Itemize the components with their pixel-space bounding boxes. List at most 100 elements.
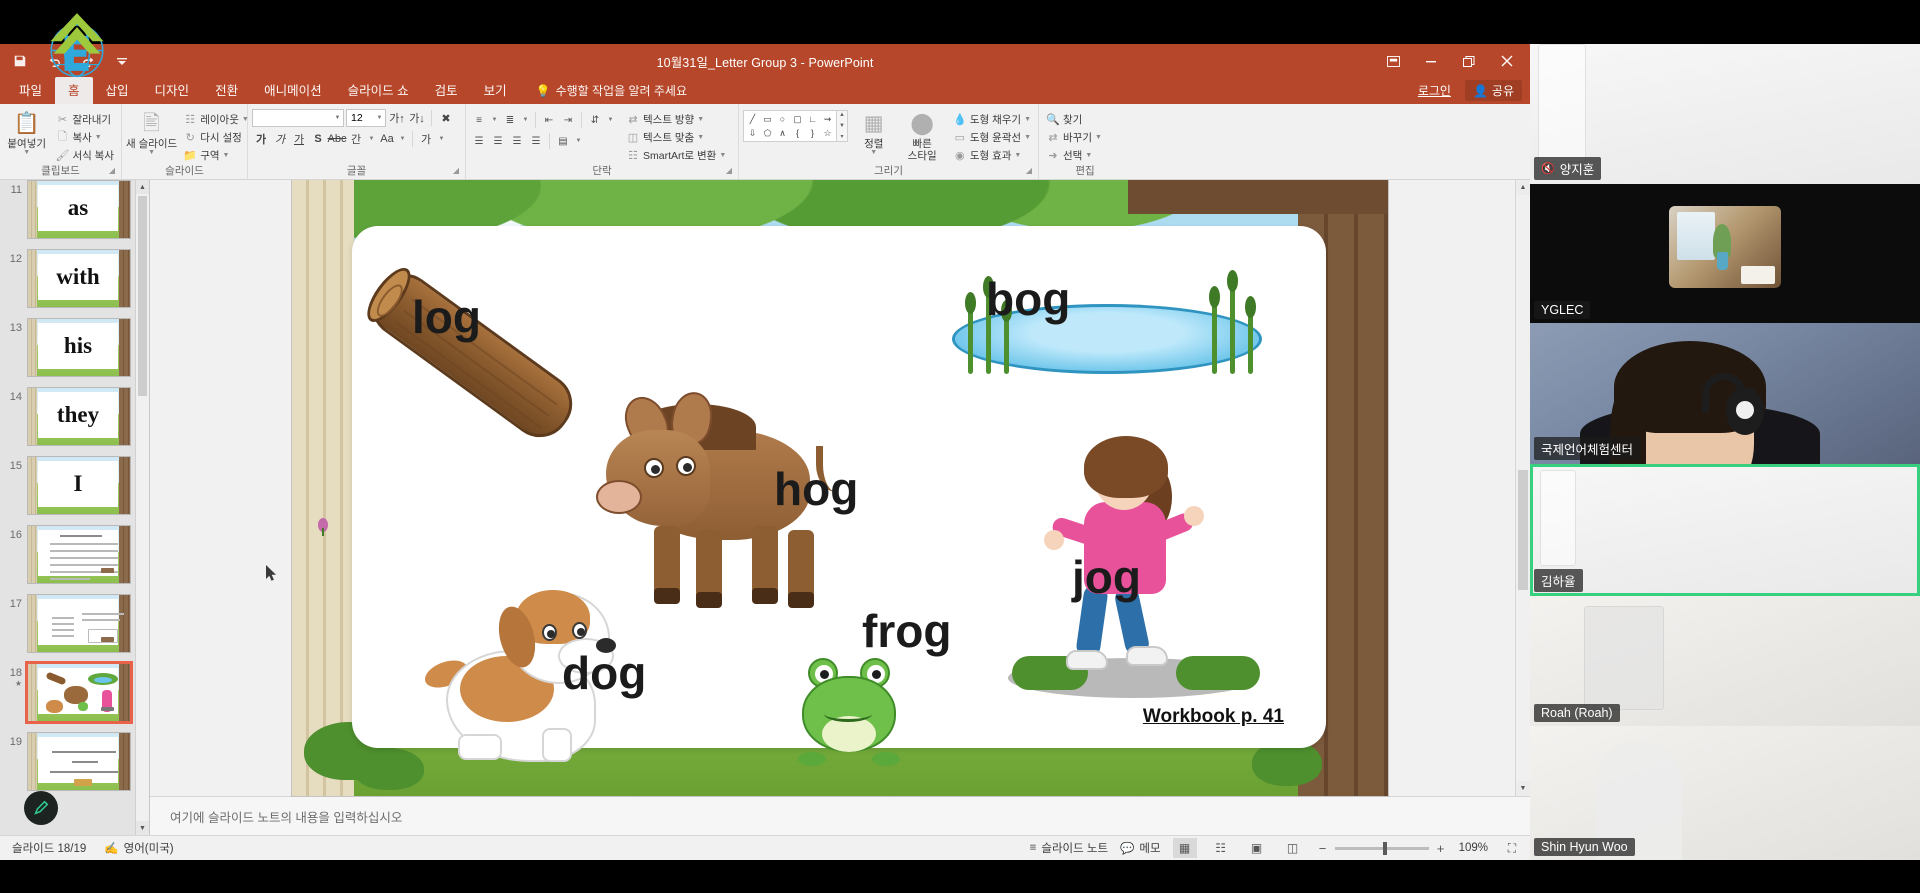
text-shadow-icon[interactable]: S	[309, 130, 327, 148]
shape-elbow-icon[interactable]: ∟	[805, 112, 820, 126]
participant-tile[interactable]: 국제언어체험센터	[1530, 323, 1920, 464]
cut-button[interactable]: ✂ 잘라내기	[52, 111, 117, 128]
convert-to-smartart-button[interactable]: ☷ SmartArt로 변환 ▼	[623, 147, 729, 164]
slide-thumbnail[interactable]	[27, 594, 131, 653]
slide-thumbnail[interactable]: as	[27, 180, 131, 239]
minimize-icon[interactable]	[1412, 46, 1450, 76]
chevron-down-icon[interactable]: ▼	[366, 131, 377, 147]
shape-rect-icon[interactable]: ▭	[760, 112, 775, 126]
slide-word-label[interactable]: frog	[862, 604, 951, 658]
slide-thumbnail[interactable]: I	[27, 456, 131, 515]
chevron-down-icon[interactable]: ▼	[397, 131, 408, 147]
text-direction-button[interactable]: ⇄ 텍스트 방향 ▼	[623, 111, 729, 128]
notes-pane[interactable]: 여기에 슬라이드 노트의 내용을 입력하십시오	[150, 796, 1530, 835]
tab-view[interactable]: 보기	[471, 77, 520, 104]
participant-tile[interactable]: 🔇 양지훈	[1530, 44, 1920, 184]
font-name-input[interactable]: ▼	[252, 109, 344, 127]
zoom-knob[interactable]	[1383, 842, 1387, 855]
normal-view-icon[interactable]: ▦	[1173, 838, 1197, 858]
shape-brace-right-icon[interactable]: }	[805, 126, 820, 140]
scrollbar-thumb[interactable]	[1518, 470, 1528, 590]
chevron-down-icon[interactable]: ▼	[520, 112, 531, 128]
clear-formatting-icon[interactable]: ✖	[437, 109, 455, 127]
shape-pentagon-icon[interactable]: ⬠	[760, 126, 775, 140]
ink-pen-button[interactable]	[24, 791, 58, 825]
slide-thumbnail[interactable]: his	[27, 318, 131, 377]
thumbnail-row[interactable]: 14they	[6, 387, 129, 446]
tab-design[interactable]: 디자인	[142, 77, 203, 104]
shape-line-icon[interactable]: ╱	[745, 112, 760, 126]
slide-sorter-icon[interactable]: ☷	[1209, 838, 1233, 858]
slideshow-icon[interactable]: ◫	[1281, 838, 1305, 858]
save-icon[interactable]	[10, 51, 30, 71]
chevron-up-icon[interactable]: ▲	[837, 112, 847, 118]
strikethrough-icon[interactable]: Abc	[328, 130, 346, 148]
chevron-down-icon[interactable]: ▼	[136, 821, 149, 835]
thumbnail-row[interactable]: 16	[6, 525, 129, 584]
tab-slideshow[interactable]: 슬라이드 쇼	[335, 77, 422, 104]
chevron-down-icon[interactable]: ▼	[837, 123, 847, 129]
change-case-icon[interactable]: Aa	[378, 130, 396, 148]
thumbnail-row[interactable]: 12with	[6, 249, 129, 308]
shape-arrow-down-icon[interactable]: ⇩	[745, 126, 760, 140]
chevron-up-icon[interactable]: ▲	[1516, 180, 1530, 195]
increase-font-size-icon[interactable]: 가↑	[388, 109, 406, 127]
align-center-icon[interactable]: ☰	[489, 132, 507, 150]
scrollbar-thumb[interactable]	[138, 196, 147, 396]
shape-fill-button[interactable]: 💧 도형 채우기 ▼	[950, 111, 1034, 128]
thumbnail-row[interactable]: 15I	[6, 456, 129, 515]
reset-button[interactable]: ↻ 다시 설정	[180, 129, 252, 146]
fit-to-window-icon[interactable]: ⛶	[1500, 838, 1524, 858]
ribbon-display-options-icon[interactable]	[1374, 46, 1412, 76]
reading-view-icon[interactable]: ▣	[1245, 838, 1269, 858]
participant-tile[interactable]: Roah (Roah)	[1530, 596, 1920, 726]
participant-tile[interactable]: Shin Hyun Woo	[1530, 726, 1920, 860]
slide-thumbnail[interactable]	[27, 525, 131, 584]
shape-brace-left-icon[interactable]: {	[790, 126, 805, 140]
slide-thumbnail-list[interactable]: 11as12with13his14they15I161718★19	[0, 180, 135, 835]
close-icon[interactable]	[1488, 46, 1526, 76]
slide-thumbnail[interactable]	[27, 732, 131, 791]
font-size-input[interactable]: 12 ▼	[346, 109, 386, 127]
current-slide[interactable]: logboghogjogfrogdog Workbook p. 41	[292, 180, 1388, 796]
paste-button[interactable]: 📋 붙여넣기 ▼	[4, 108, 49, 157]
font-color-icon[interactable]: 가	[417, 130, 435, 148]
zoom-level-label[interactable]: 109%	[1459, 842, 1488, 854]
quick-styles-button[interactable]: ⬤ 빠른 스타일	[899, 108, 944, 162]
restore-icon[interactable]	[1450, 46, 1488, 76]
paragraph-dialog-launcher[interactable]: ◢	[726, 163, 732, 178]
decrease-indent-icon[interactable]: ⇤	[540, 111, 558, 129]
character-spacing-icon[interactable]: 간	[347, 130, 365, 148]
select-button[interactable]: ➜ 선택 ▼	[1043, 147, 1105, 164]
shape-curve-icon[interactable]: ∧	[775, 126, 790, 140]
zoom-out-button[interactable]: −	[1317, 841, 1329, 856]
shape-roundrect-icon[interactable]: ▢	[790, 112, 805, 126]
spellcheck-status[interactable]: ✍ 영어(미국)	[104, 840, 173, 856]
tab-transitions[interactable]: 전환	[202, 77, 251, 104]
thumbnail-row[interactable]: 17	[6, 594, 129, 653]
zoom-slider[interactable]: − +	[1317, 841, 1447, 856]
shape-arrow-right-icon[interactable]: ⇝	[820, 112, 835, 126]
columns-icon[interactable]: ▤	[554, 132, 572, 150]
slide-thumbnail-pane[interactable]: 11as12with13his14they15I161718★19 ▲ ▼	[0, 180, 150, 835]
section-button[interactable]: 📁 구역 ▼	[180, 147, 252, 164]
slide-word-label[interactable]: log	[412, 290, 481, 344]
shape-outline-button[interactable]: ▭ 도형 윤곽선 ▼	[950, 129, 1034, 146]
justify-icon[interactable]: ☰	[527, 132, 545, 150]
tell-me-box[interactable]: 💡 수행할 작업을 알려 주세요	[520, 79, 697, 104]
chevron-up-icon[interactable]: ▲	[136, 180, 149, 194]
bold-icon[interactable]: 가	[252, 130, 270, 148]
chevron-down-icon[interactable]: ▼	[573, 133, 584, 149]
share-button[interactable]: 👤 공유	[1465, 80, 1522, 101]
arrange-button[interactable]: ▦ 정렬 ▼	[853, 108, 894, 157]
shape-gallery[interactable]: ╱ ▭ ○ ▢ ∟ ⇝ ⇩ ⬠ ∧ { } ☆	[743, 108, 848, 142]
slide-word-label[interactable]: hog	[774, 462, 858, 516]
sign-in-link[interactable]: 로그인	[1418, 82, 1451, 99]
slide-word-label[interactable]: jog	[1072, 550, 1141, 604]
clipboard-dialog-launcher[interactable]: ◢	[109, 163, 115, 178]
thumbnail-row[interactable]: 18★	[6, 663, 129, 722]
numbering-icon[interactable]: ≣	[501, 111, 519, 129]
thumbnail-row[interactable]: 19	[6, 732, 129, 791]
chevron-down-icon[interactable]: ▼	[489, 112, 500, 128]
participant-tile[interactable]: YGLEC	[1530, 184, 1920, 323]
